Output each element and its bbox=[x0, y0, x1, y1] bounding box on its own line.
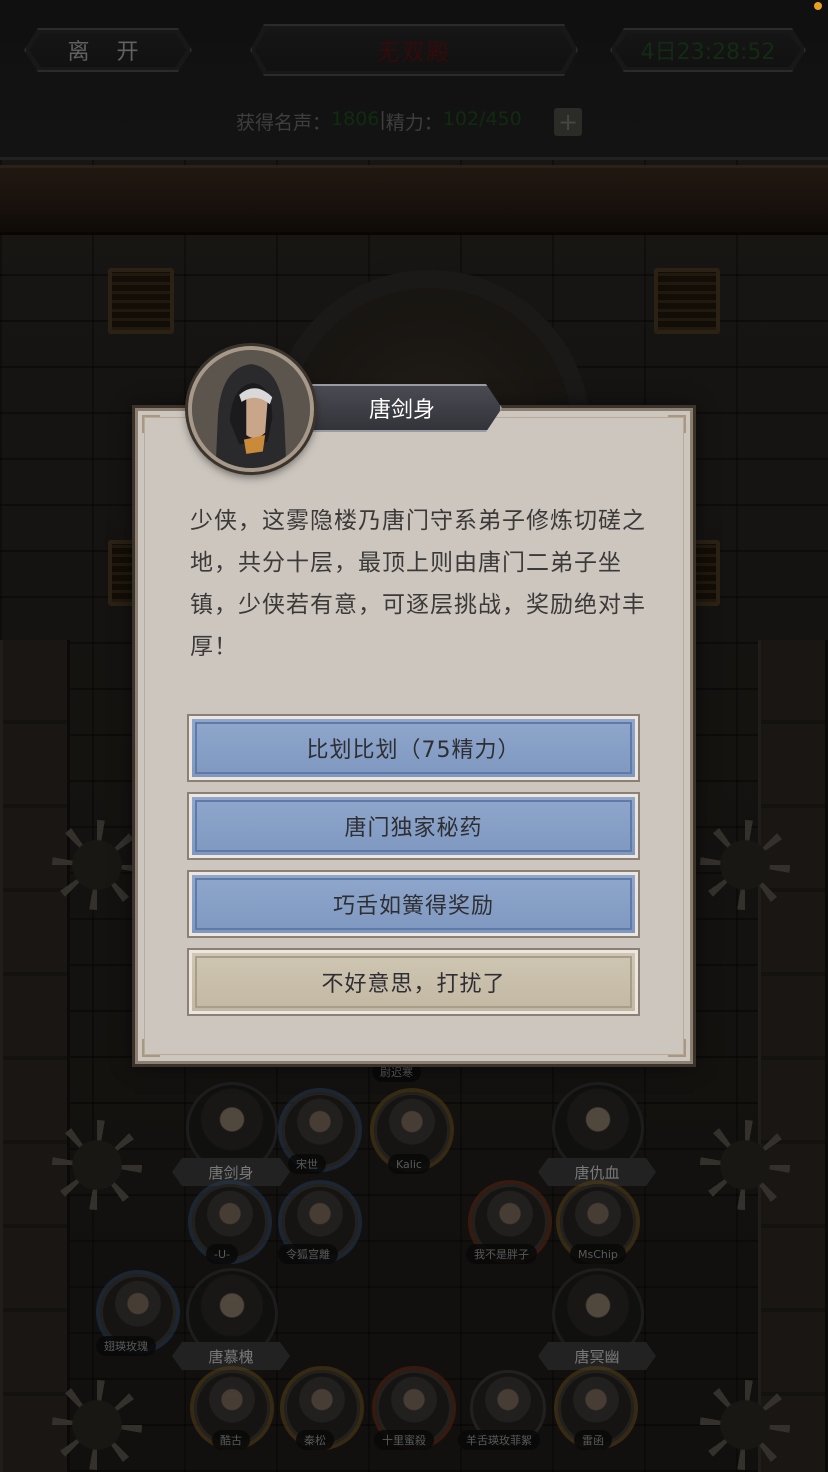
corner-ornament bbox=[668, 1039, 686, 1057]
option-leave-button[interactable]: 不好意思，打扰了 bbox=[189, 950, 638, 1014]
option-label: 不好意思，打扰了 bbox=[321, 972, 506, 997]
option-label: 巧舌如簧得奖励 bbox=[332, 894, 494, 919]
corner-ornament bbox=[668, 415, 686, 433]
dialog-text: 少侠，这雾隐楼乃唐门守系弟子修炼切磋之地，共分十层，最顶上则由唐门二弟子坐镇，少… bbox=[190, 508, 646, 660]
notification-dot bbox=[814, 2, 822, 10]
npc-name: 唐剑身 bbox=[368, 398, 435, 423]
corner-ornament bbox=[142, 1039, 160, 1057]
option-secret-medicine-button[interactable]: 唐门独家秘药 bbox=[189, 794, 638, 858]
hooded-assassin-portrait-icon bbox=[192, 350, 310, 468]
option-label: 唐门独家秘药 bbox=[344, 816, 483, 841]
option-persuade-reward-button[interactable]: 巧舌如簧得奖励 bbox=[189, 872, 638, 936]
npc-portrait bbox=[188, 346, 314, 472]
corner-ornament bbox=[142, 415, 160, 433]
option-label: 比划比划（75精力） bbox=[306, 738, 521, 763]
npc-name-plate: 唐剑身 bbox=[296, 384, 502, 432]
option-spar-button[interactable]: 比划比划（75精力） bbox=[189, 716, 638, 780]
